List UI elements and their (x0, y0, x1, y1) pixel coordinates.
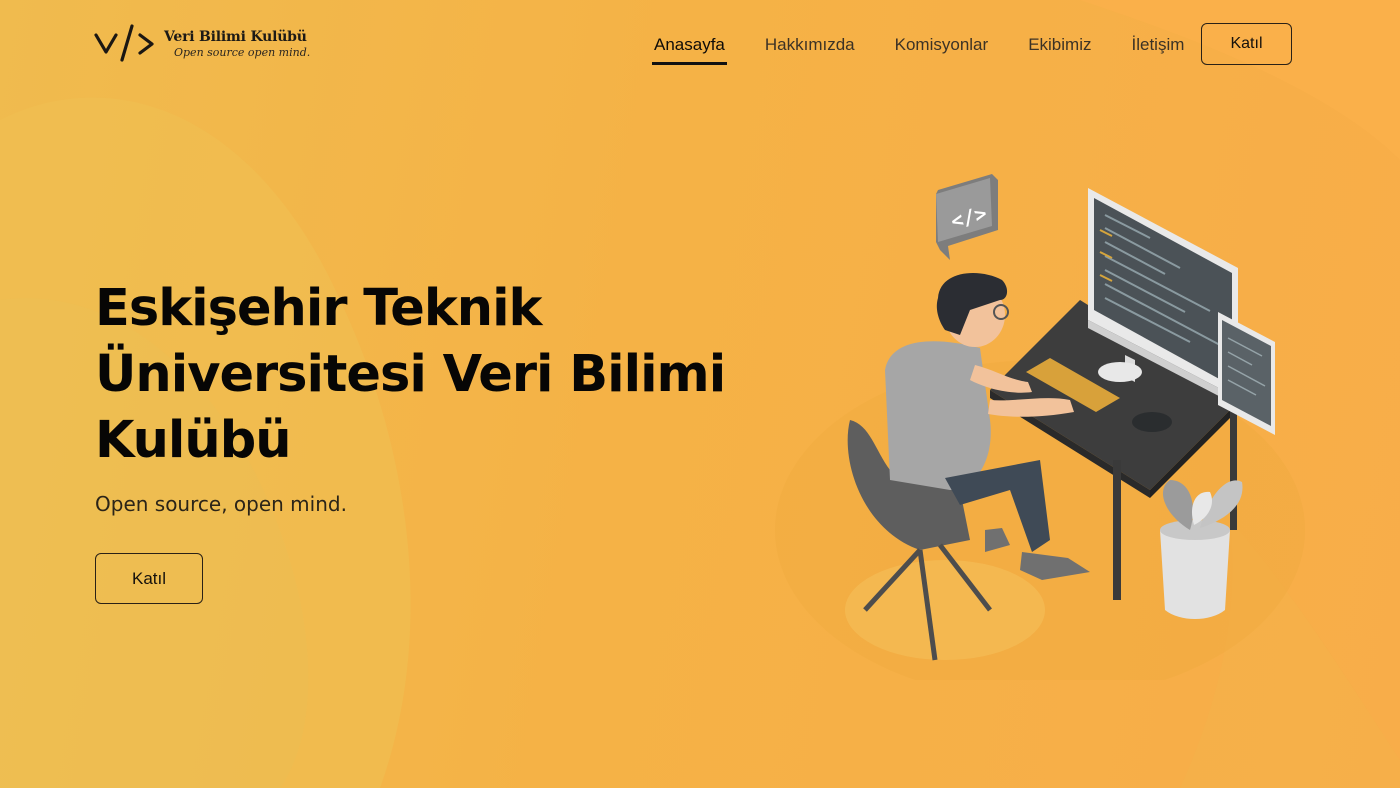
code-bubble-icon: </> (936, 174, 998, 260)
mouse (1132, 412, 1172, 432)
nav-item-anasayfa[interactable]: Anasayfa (650, 25, 729, 65)
nav-item-hakkimizda[interactable]: Hakkımızda (761, 25, 859, 63)
nav-item-iletisim[interactable]: İletişim (1127, 25, 1188, 63)
logo-brand-name: Veri Bilimi Kulübü (164, 29, 307, 45)
code-logo-icon (94, 24, 154, 62)
site-logo[interactable]: Veri Bilimi Kulübü Open source open mind… (94, 20, 314, 66)
hero-join-button[interactable]: Katıl (95, 553, 203, 604)
site-header: Veri Bilimi Kulübü Open source open mind… (0, 0, 1400, 88)
floor-ellipse-inner (845, 560, 1045, 660)
hero-title-line-3: Kulübü (95, 411, 292, 470)
main-nav: Anasayfa Hakkımızda Komisyonlar Ekibimiz… (650, 22, 1220, 66)
nav-item-komisyonlar[interactable]: Komisyonlar (891, 25, 993, 63)
logo-text: Veri Bilimi Kulübü Open source open mind… (164, 28, 310, 58)
nav-join-button[interactable]: Katıl (1201, 23, 1292, 65)
hero-title: Eskişehir Teknik Üniversitesi Veri Bilim… (95, 276, 785, 474)
hero-title-line-2: Üniversitesi Veri Bilimi (95, 345, 726, 404)
developer-at-computer-illustration: </> (775, 174, 1305, 680)
logo-slogan: Open source open mind. (174, 46, 311, 59)
nav-item-ekibimiz[interactable]: Ekibimiz (1024, 25, 1095, 63)
hero-title-line-1: Eskişehir Teknik (95, 279, 542, 338)
hero-subtitle: Open source, open mind. (95, 492, 347, 516)
hero-section: Eskişehir Teknik Üniversitesi Veri Bilim… (95, 276, 785, 516)
